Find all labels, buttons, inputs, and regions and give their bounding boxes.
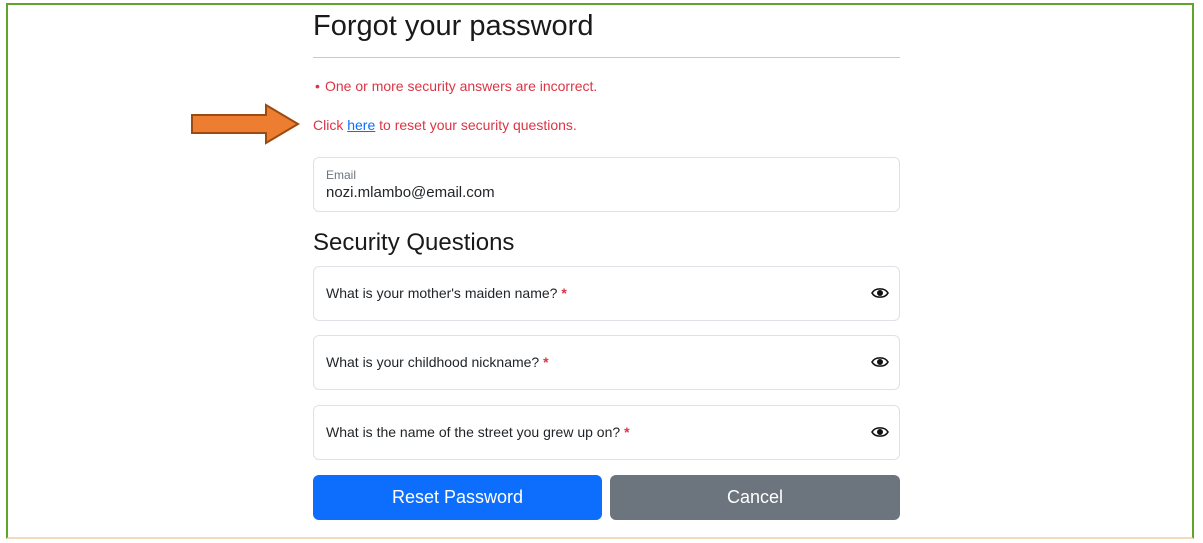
eye-icon[interactable] <box>871 355 889 369</box>
reset-suffix: to reset your security questions. <box>375 117 577 133</box>
eye-icon[interactable] <box>871 425 889 439</box>
reset-prefix: Click <box>313 117 348 133</box>
question-text: What is your mother's maiden name? <box>326 285 558 301</box>
page-title: Forgot your password <box>313 10 594 42</box>
question-label: What is the name of the street you grew … <box>326 424 630 440</box>
validation-summary: • One or more security answers are incor… <box>313 77 597 95</box>
title-divider <box>313 57 900 58</box>
email-label: Email <box>326 168 357 182</box>
eye-icon[interactable] <box>871 286 889 300</box>
reset-password-button[interactable]: Reset Password <box>313 475 602 520</box>
required-marker: * <box>561 285 567 301</box>
security-answer-field-3[interactable]: What is the name of the street you grew … <box>313 405 900 460</box>
error-message: • One or more security answers are incor… <box>313 77 597 95</box>
security-answer-field-1[interactable]: What is your mother's maiden name? * <box>313 266 900 321</box>
required-marker: * <box>543 354 549 370</box>
question-label: What is your mother's maiden name? * <box>326 285 567 301</box>
error-text: One or more security answers are incorre… <box>325 78 598 94</box>
annotation-arrow-icon <box>191 103 300 145</box>
reset-questions-message: Click here to reset your security questi… <box>313 116 577 134</box>
security-questions-heading: Security Questions <box>313 229 515 256</box>
question-text: What is your childhood nickname? <box>326 354 540 370</box>
security-answer-field-2[interactable]: What is your childhood nickname? * <box>313 335 900 390</box>
email-field[interactable]: Email nozi.mlambo@email.com <box>313 157 900 212</box>
cancel-button[interactable]: Cancel <box>610 475 900 520</box>
question-label: What is your childhood nickname? * <box>326 354 549 370</box>
bullet-icon: • <box>315 78 320 94</box>
reset-questions-link[interactable]: here <box>347 117 375 133</box>
question-text: What is the name of the street you grew … <box>326 424 621 440</box>
required-marker: * <box>624 424 630 440</box>
email-value[interactable]: nozi.mlambo@email.com <box>326 184 495 201</box>
